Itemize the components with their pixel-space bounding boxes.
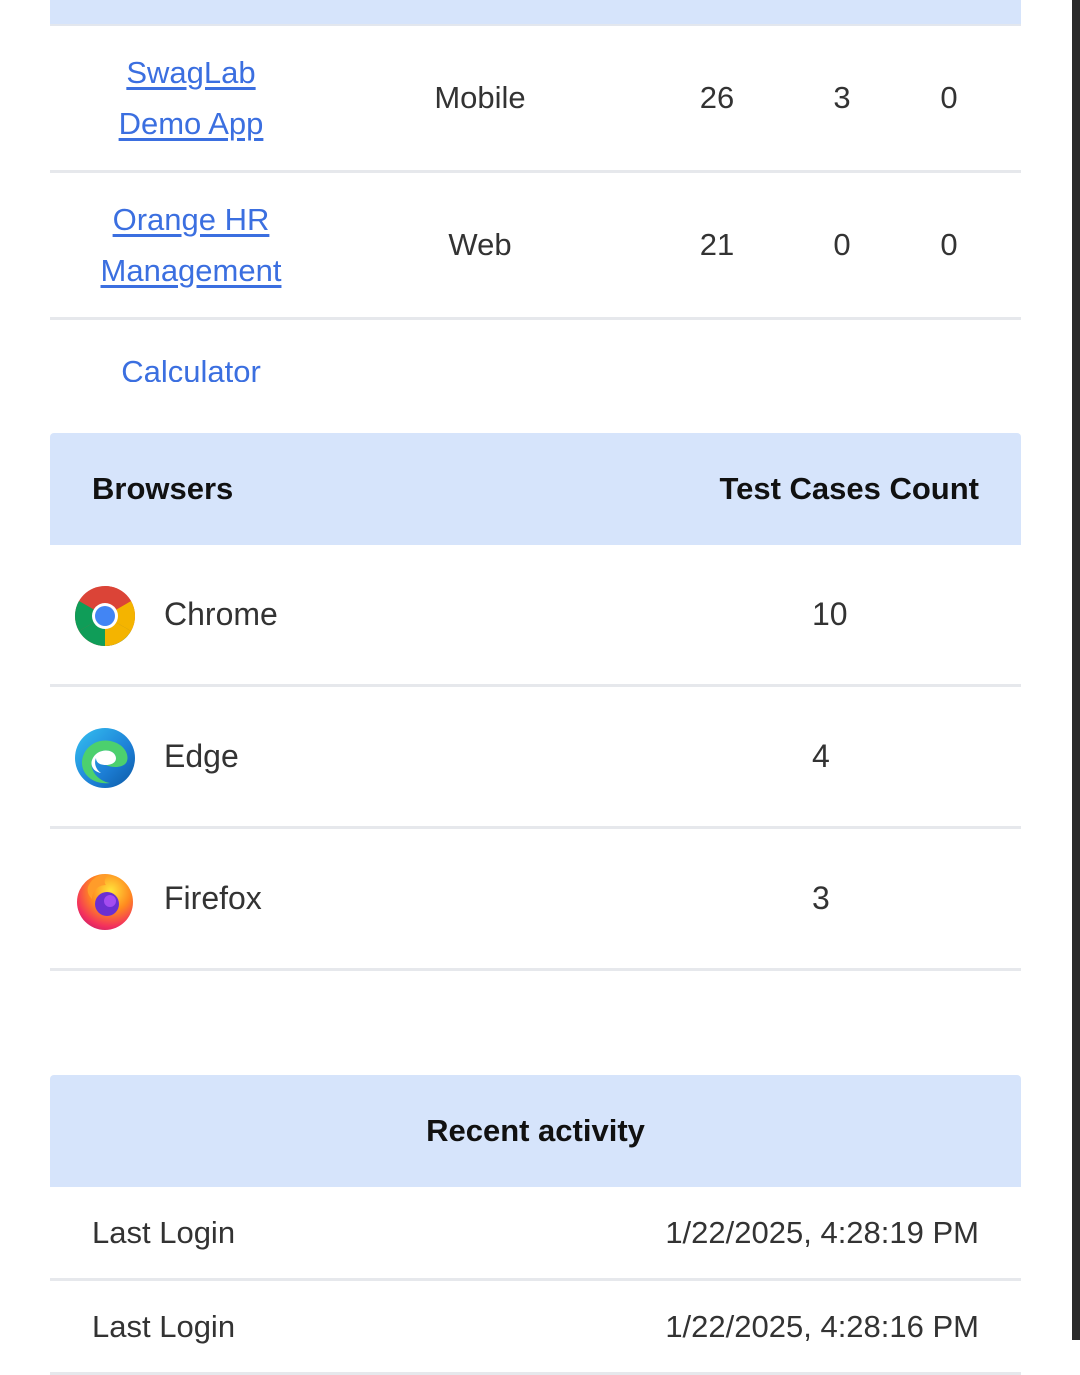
recent-activity-card: Recent activity Last Login 1/22/2025, 4:… bbox=[50, 1075, 1021, 1375]
activity-timestamp: 1/22/2025, 4:28:16 PM bbox=[665, 1308, 979, 1344]
project-link-line: Calculator bbox=[121, 354, 261, 382]
browser-test-count: 10 bbox=[812, 596, 848, 632]
project-name-cell: Calculator bbox=[50, 320, 332, 382]
project-type: Mobile bbox=[434, 80, 526, 115]
activity-row: Last Login 1/22/2025, 4:28:19 PM bbox=[50, 1187, 1021, 1281]
activity-label: Last Login bbox=[92, 1214, 236, 1250]
project-type: Web bbox=[448, 227, 512, 262]
browser-row-firefox: Firefox 3 bbox=[50, 829, 1021, 971]
project-count-1: 21 bbox=[699, 227, 735, 262]
project-link-orange-hr[interactable]: Orange HR Management bbox=[101, 194, 282, 296]
project-link-line: Demo App bbox=[118, 106, 264, 141]
activity-row: Last Login 1/22/2025, 4:28:16 PM bbox=[50, 1281, 1021, 1375]
projects-table: SwagLab Demo App Mobile 26 3 0 Orange HR… bbox=[50, 0, 1021, 382]
project-count-3: 0 bbox=[940, 227, 958, 262]
project-name-cell: Orange HR Management bbox=[50, 173, 332, 317]
browser-row-chrome: Chrome 10 bbox=[50, 545, 1021, 687]
activity-timestamp: 1/22/2025, 4:28:19 PM bbox=[665, 1214, 979, 1250]
table-row: Orange HR Management Web 21 0 0 bbox=[50, 173, 1021, 320]
project-link-line: Management bbox=[100, 253, 282, 288]
browser-name: Firefox bbox=[164, 880, 262, 916]
activity-label: Last Login bbox=[92, 1308, 236, 1344]
browsers-column-label: Browsers bbox=[92, 471, 234, 506]
project-count-2: 0 bbox=[833, 227, 851, 262]
recent-activity-header: Recent activity bbox=[50, 1075, 1021, 1187]
projects-table-header bbox=[50, 0, 1021, 26]
test-cases-count-column-label: Test Cases Count bbox=[719, 471, 979, 506]
project-link-calculator[interactable]: Calculator bbox=[121, 346, 261, 382]
project-link-line: Orange HR bbox=[112, 202, 270, 237]
browser-test-count: 4 bbox=[812, 738, 830, 774]
chrome-icon bbox=[74, 586, 136, 647]
browsers-header: Browsers Test Cases Count bbox=[50, 433, 1021, 545]
project-count-3: 0 bbox=[940, 80, 958, 115]
browser-row-edge: Edge 4 bbox=[50, 687, 1021, 829]
project-name-cell: SwagLab Demo App bbox=[50, 26, 332, 170]
browser-name: Chrome bbox=[164, 596, 278, 632]
table-row: Calculator bbox=[50, 320, 1021, 382]
project-link-swaglab[interactable]: SwagLab Demo App bbox=[119, 47, 264, 149]
recent-activity-title: Recent activity bbox=[426, 1113, 645, 1148]
edge-icon bbox=[75, 728, 135, 788]
project-link-line: SwagLab bbox=[126, 55, 256, 90]
firefox-icon bbox=[77, 874, 133, 930]
browser-name: Edge bbox=[164, 738, 239, 774]
browsers-card: Browsers Test Cases Count Chrome 10 Edge… bbox=[50, 433, 1021, 971]
project-count-1: 26 bbox=[699, 80, 735, 115]
window-edge bbox=[1072, 0, 1080, 1340]
table-row: SwagLab Demo App Mobile 26 3 0 bbox=[50, 26, 1021, 173]
project-count-2: 3 bbox=[833, 80, 851, 115]
browser-test-count: 3 bbox=[812, 880, 830, 916]
